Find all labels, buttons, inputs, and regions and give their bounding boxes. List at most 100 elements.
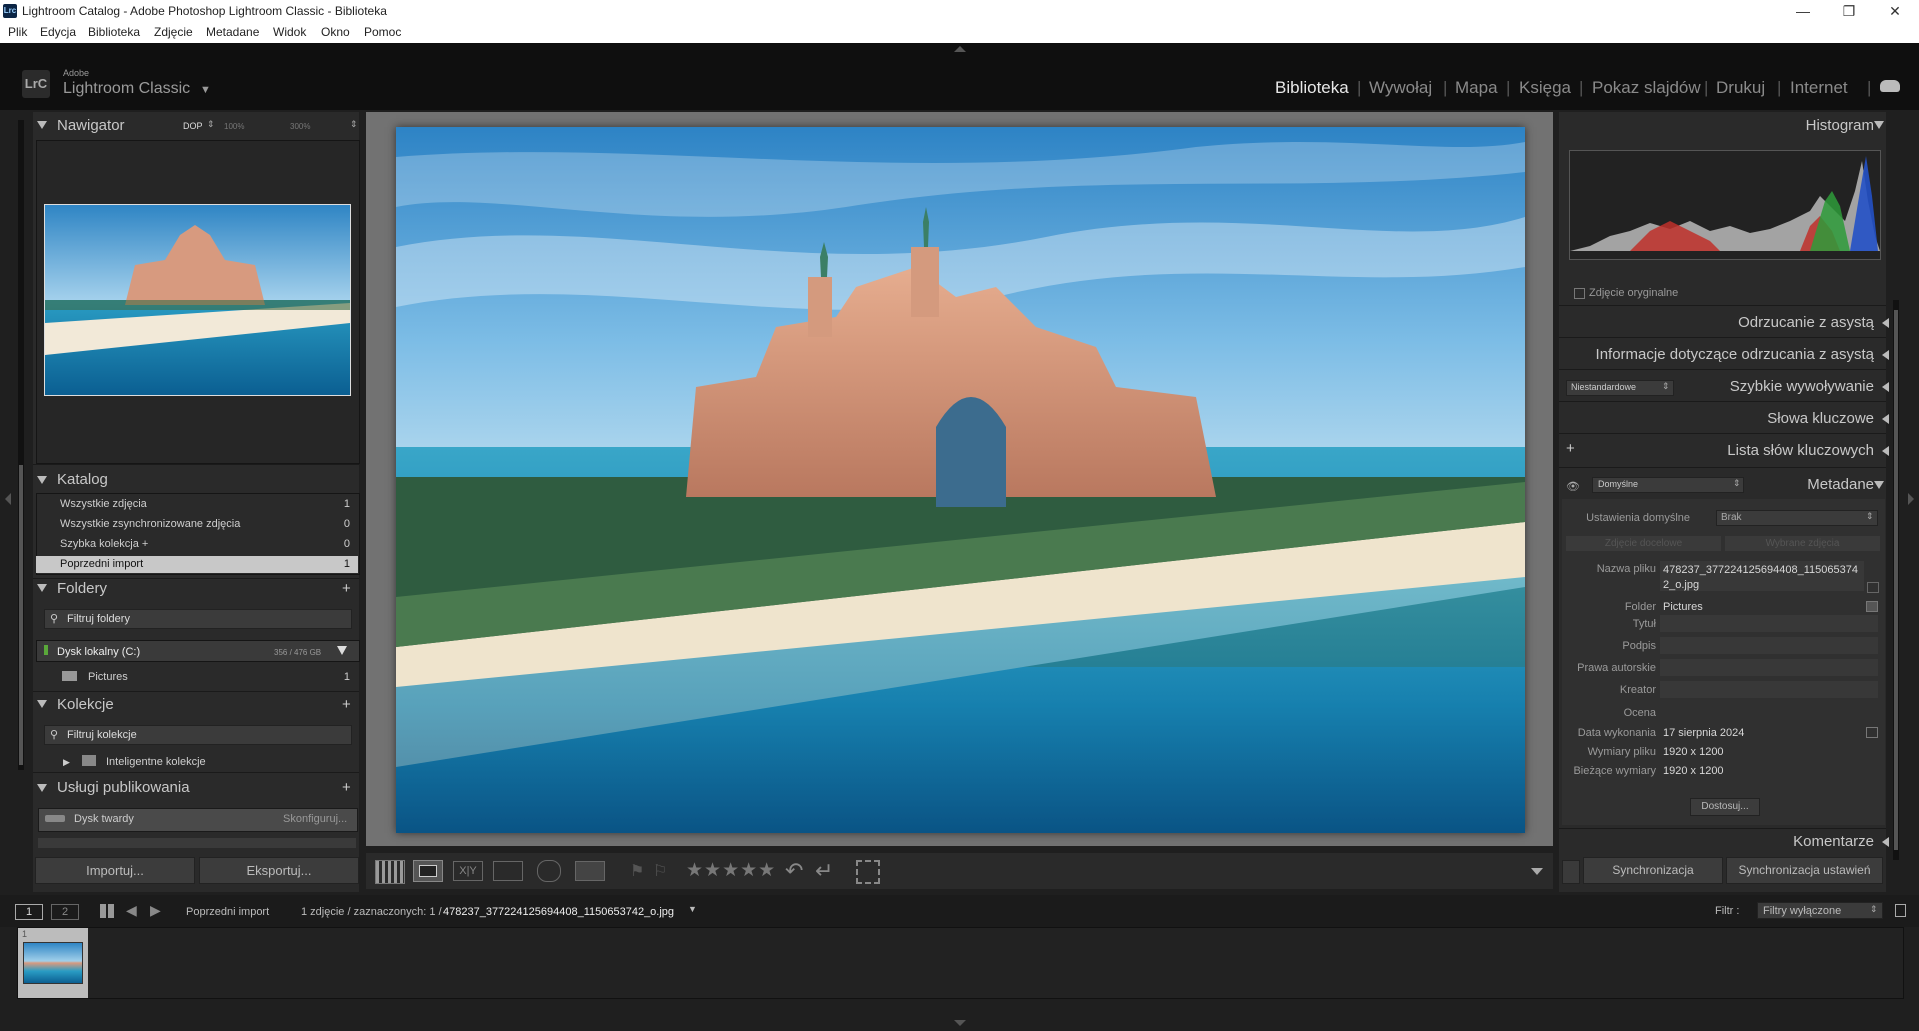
rotate-left-icon[interactable]: ↶ — [785, 858, 803, 884]
top-panel-toggle-icon[interactable] — [954, 46, 966, 52]
export-button[interactable]: Eksportuj... — [199, 857, 359, 884]
catalog-quick-collection[interactable]: Szybka kolekcja + — [60, 538, 148, 550]
target-photo-toggle[interactable]: Zdjęcie docelowe — [1566, 536, 1721, 551]
module-internet[interactable]: Internet — [1790, 78, 1848, 98]
loupe-view-icon[interactable] — [413, 860, 443, 882]
star-rating[interactable]: ★★★★★ — [686, 859, 776, 882]
left-panel-toggle-icon[interactable] — [5, 493, 11, 505]
original-photo-checkbox[interactable] — [1574, 288, 1585, 299]
drive-expand-icon[interactable] — [337, 646, 347, 655]
people-view-icon[interactable] — [537, 860, 561, 882]
sync-toggle-switch[interactable] — [1562, 860, 1580, 884]
cloud-sync-icon[interactable] — [1880, 80, 1900, 92]
metadata-creator-field[interactable] — [1660, 681, 1878, 698]
histogram-title[interactable]: Histogram — [1806, 117, 1874, 134]
keywording-expand-icon[interactable] — [1882, 414, 1889, 424]
assisted-culling-expand-icon[interactable] — [1882, 318, 1889, 328]
catalog-all-photos[interactable]: Wszystkie zdjęcia — [60, 498, 147, 510]
collections-collapse-icon[interactable] — [37, 700, 47, 708]
module-drukuj[interactable]: Drukuj — [1716, 78, 1765, 98]
panel-metadata[interactable]: Metadane — [1807, 476, 1874, 493]
capture-date-edit-icon[interactable] — [1866, 727, 1878, 738]
quick-develop-expand-icon[interactable] — [1882, 382, 1889, 392]
publish-collapse-icon[interactable] — [37, 784, 47, 792]
folders-add-icon[interactable]: + — [342, 580, 351, 597]
zoom-more-icon[interactable]: ⇕ — [350, 119, 358, 130]
right-scrollbar-thumb[interactable] — [1894, 310, 1898, 850]
catalog-title[interactable]: Katalog — [57, 471, 108, 488]
back-arrow-icon[interactable]: ◀ — [126, 902, 137, 919]
comments-expand-icon[interactable] — [1882, 837, 1889, 847]
catalog-previous-import[interactable]: Poprzedni import — [60, 558, 143, 570]
module-mapa[interactable]: Mapa — [1455, 78, 1498, 98]
menu-pomoc[interactable]: Pomoc — [364, 25, 401, 39]
module-pokaz-slajdow[interactable]: Pokaz slajdów — [1592, 78, 1701, 98]
assisted-culling-info-expand-icon[interactable] — [1882, 350, 1889, 360]
smart-collections[interactable]: Inteligentne kolekcje — [106, 756, 206, 768]
metadata-eye-icon[interactable]: 👁 — [1566, 480, 1580, 493]
zoom-fit[interactable]: DOP — [183, 121, 203, 131]
panel-quick-develop[interactable]: Szybkie wywoływanie — [1730, 378, 1874, 395]
sync-settings-button[interactable]: Synchronizacja ustawień — [1726, 857, 1883, 884]
secondary-display-icon[interactable] — [575, 861, 605, 881]
panel-assisted-culling-info[interactable]: Informacje dotyczące odrzucania z asystą — [1596, 346, 1874, 363]
navigator-thumbnail[interactable] — [44, 204, 351, 396]
survey-view-icon[interactable] — [493, 861, 523, 881]
panel-comments[interactable]: Komentarze — [1793, 833, 1874, 850]
publish-service-row-2[interactable] — [38, 838, 356, 848]
grid-view-icon[interactable] — [375, 860, 405, 884]
minimize-icon[interactable]: — — [1780, 1, 1826, 21]
menu-widok[interactable]: Widok — [273, 25, 306, 39]
brand-dropdown-icon[interactable]: ▼ — [200, 84, 211, 96]
main-screen-button[interactable]: 1 — [15, 904, 43, 920]
drive-name[interactable]: Dysk lokalny (C:) — [57, 646, 140, 658]
metadata-title-field[interactable] — [1660, 615, 1878, 632]
filmstrip-thumbnail[interactable]: 1 — [18, 928, 88, 998]
folder-pictures[interactable]: Pictures — [88, 671, 128, 683]
catalog-all-synced[interactable]: Wszystkie zsynchronizowane zdjęcia — [60, 518, 240, 530]
selected-photos-toggle[interactable]: Wybrane zdjęcia — [1725, 536, 1880, 551]
collections-title[interactable]: Kolekcje — [57, 696, 114, 713]
catalog-collapse-icon[interactable] — [37, 476, 47, 484]
folders-collapse-icon[interactable] — [37, 584, 47, 592]
metadata-customize-button[interactable]: Dostosuj... — [1690, 798, 1760, 816]
main-photo[interactable] — [396, 127, 1525, 833]
module-ksiega[interactable]: Księga — [1519, 78, 1571, 98]
navigator-title[interactable]: Nawigator — [57, 117, 125, 134]
folders-title[interactable]: Foldery — [57, 580, 107, 597]
filename-dropdown-icon[interactable]: ▼ — [688, 904, 697, 914]
flag-reject-icon[interactable]: ⚐ — [653, 861, 667, 881]
menu-metadane[interactable]: Metadane — [206, 25, 259, 39]
filter-lock-icon[interactable] — [1895, 904, 1906, 917]
close-icon[interactable]: ✕ — [1872, 1, 1918, 21]
sync-button[interactable]: Synchronizacja — [1583, 857, 1723, 884]
zoom-100[interactable]: 100% — [224, 122, 244, 131]
keyword-list-expand-icon[interactable] — [1882, 446, 1889, 456]
menu-biblioteka[interactable]: Biblioteka — [88, 25, 140, 39]
module-wywolaj[interactable]: Wywołaj — [1369, 78, 1432, 98]
toolbar-menu-icon[interactable] — [1531, 868, 1543, 875]
module-biblioteka[interactable]: Biblioteka — [1275, 78, 1349, 98]
right-panel-toggle-icon[interactable] — [1908, 493, 1914, 505]
filename-edit-icon[interactable] — [1867, 582, 1879, 593]
keyword-list-add-icon[interactable]: + — [1566, 440, 1575, 457]
panel-keywording[interactable]: Słowa kluczowe — [1767, 410, 1874, 427]
histogram-collapse-icon[interactable] — [1874, 121, 1884, 129]
rotate-right-icon[interactable]: ↵ — [815, 858, 833, 884]
metadata-filename-value[interactable]: 478237_377224125694408_1150653742_o.jpg — [1663, 563, 1863, 593]
panel-assisted-culling[interactable]: Odrzucanie z asystą — [1738, 314, 1874, 331]
publish-title[interactable]: Usługi publikowania — [57, 779, 190, 796]
crop-overlay-icon[interactable] — [856, 860, 880, 884]
publish-configure-link[interactable]: Skonfiguruj... — [283, 813, 347, 825]
compare-view-icon[interactable]: X|Y — [453, 861, 483, 881]
collections-add-icon[interactable]: + — [342, 696, 351, 713]
navigator-collapse-icon[interactable] — [37, 121, 47, 129]
flag-pick-icon[interactable]: ⚑ — [630, 861, 644, 881]
panel-keyword-list[interactable]: Lista słów kluczowych — [1727, 442, 1874, 459]
import-button[interactable]: Importuj... — [35, 857, 195, 884]
grid-shortcut-icon[interactable] — [100, 904, 114, 918]
second-screen-button[interactable]: 2 — [51, 904, 79, 920]
filmstrip-source[interactable]: Poprzedni import — [186, 906, 269, 918]
left-scrollbar-thumb[interactable] — [19, 465, 23, 765]
zoom-300[interactable]: 300% — [290, 122, 310, 131]
